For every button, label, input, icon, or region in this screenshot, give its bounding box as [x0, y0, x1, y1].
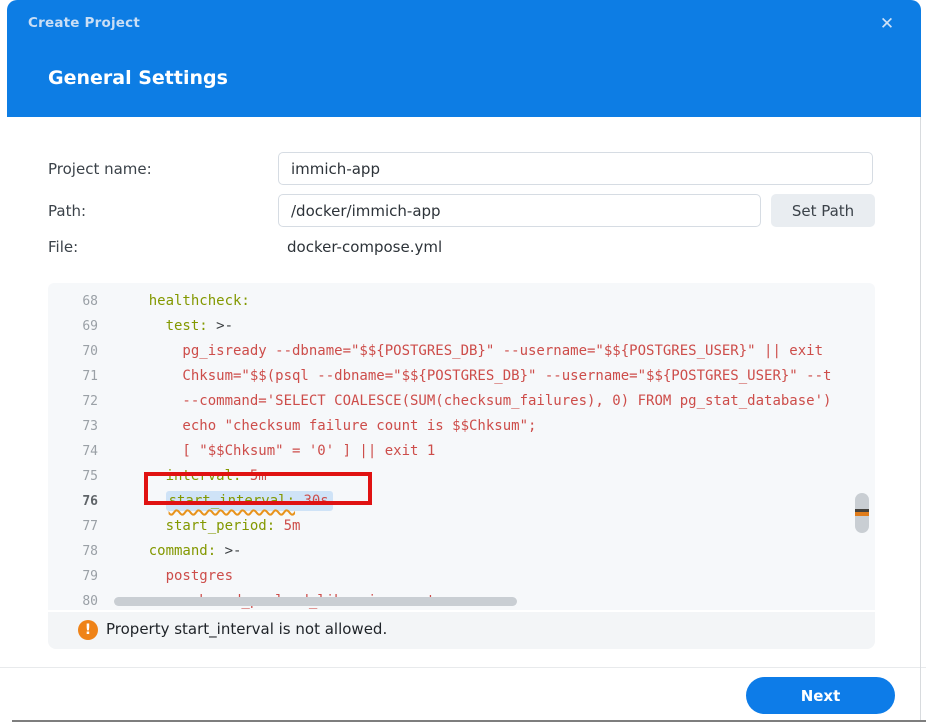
code-line: 79 postgres — [48, 564, 875, 589]
code-line: 70 pg_isready --dbname="$${POSTGRES_DB}"… — [48, 339, 875, 364]
error-message: Property start_interval is not allowed. — [106, 620, 387, 638]
line-number: 72 — [48, 389, 98, 414]
code-line: 78 command: >- — [48, 539, 875, 564]
yaml-code-editor[interactable]: 68 healthcheck: 69 test: >- 70 pg_isread… — [48, 283, 875, 610]
code-line: 75 interval: 5m — [48, 464, 875, 489]
project-name-input[interactable] — [278, 152, 873, 185]
code-line: 69 test: >- — [48, 314, 875, 339]
close-icon[interactable]: ✕ — [875, 12, 899, 36]
line-number: 80 — [48, 589, 98, 610]
warning-icon: ! — [78, 620, 98, 640]
line-number: 77 — [48, 514, 98, 539]
code-line: 72 --command='SELECT COALESCE(SUM(checks… — [48, 389, 875, 414]
dialog-header: Create Project General Settings ✕ — [7, 0, 921, 117]
next-button[interactable]: Next — [746, 677, 895, 714]
code-line: 74 [ "$$Chksum" = '0' ] || exit 1 — [48, 439, 875, 464]
code-line: 71 Chksum="$$(psql --dbname="$${POSTGRES… — [48, 364, 875, 389]
validation-error-bar: ! Property start_interval is not allowed… — [48, 612, 875, 649]
file-value: docker-compose.yml — [287, 238, 442, 256]
line-number: 68 — [48, 289, 98, 314]
footer-divider — [0, 667, 926, 668]
line-number: 74 — [48, 439, 98, 464]
line-number: 79 — [48, 564, 98, 589]
path-label: Path: — [48, 202, 86, 220]
code-line: 73 echo "checksum failure count is $$Chk… — [48, 414, 875, 439]
line-number: 75 — [48, 464, 98, 489]
line-number: 78 — [48, 539, 98, 564]
selection-highlight: start_interval: 30s — [166, 491, 333, 511]
file-label: File: — [48, 238, 78, 256]
dialog-title: Create Project — [28, 15, 140, 31]
code-line-highlighted: 76 start_interval: 30s — [48, 489, 875, 514]
line-number: 69 — [48, 314, 98, 339]
project-name-label: Project name: — [48, 160, 152, 178]
scrollbar-marker-warning — [855, 512, 869, 516]
set-path-button[interactable]: Set Path — [771, 194, 875, 227]
path-input[interactable] — [278, 194, 761, 227]
horizontal-scrollbar-thumb[interactable] — [114, 597, 517, 606]
dialog-bottom-edge — [12, 720, 926, 722]
line-number: 71 — [48, 364, 98, 389]
line-number-current: 76 — [48, 489, 98, 514]
line-number: 70 — [48, 339, 98, 364]
vertical-scrollbar-thumb[interactable] — [855, 493, 869, 533]
page-title: General Settings — [48, 67, 228, 89]
line-number: 73 — [48, 414, 98, 439]
code-line: 77 start_period: 5m — [48, 514, 875, 539]
code-line: 68 healthcheck: — [48, 289, 875, 314]
dialog-right-edge — [920, 117, 921, 721]
create-project-dialog: Create Project General Settings ✕ Projec… — [0, 0, 926, 726]
